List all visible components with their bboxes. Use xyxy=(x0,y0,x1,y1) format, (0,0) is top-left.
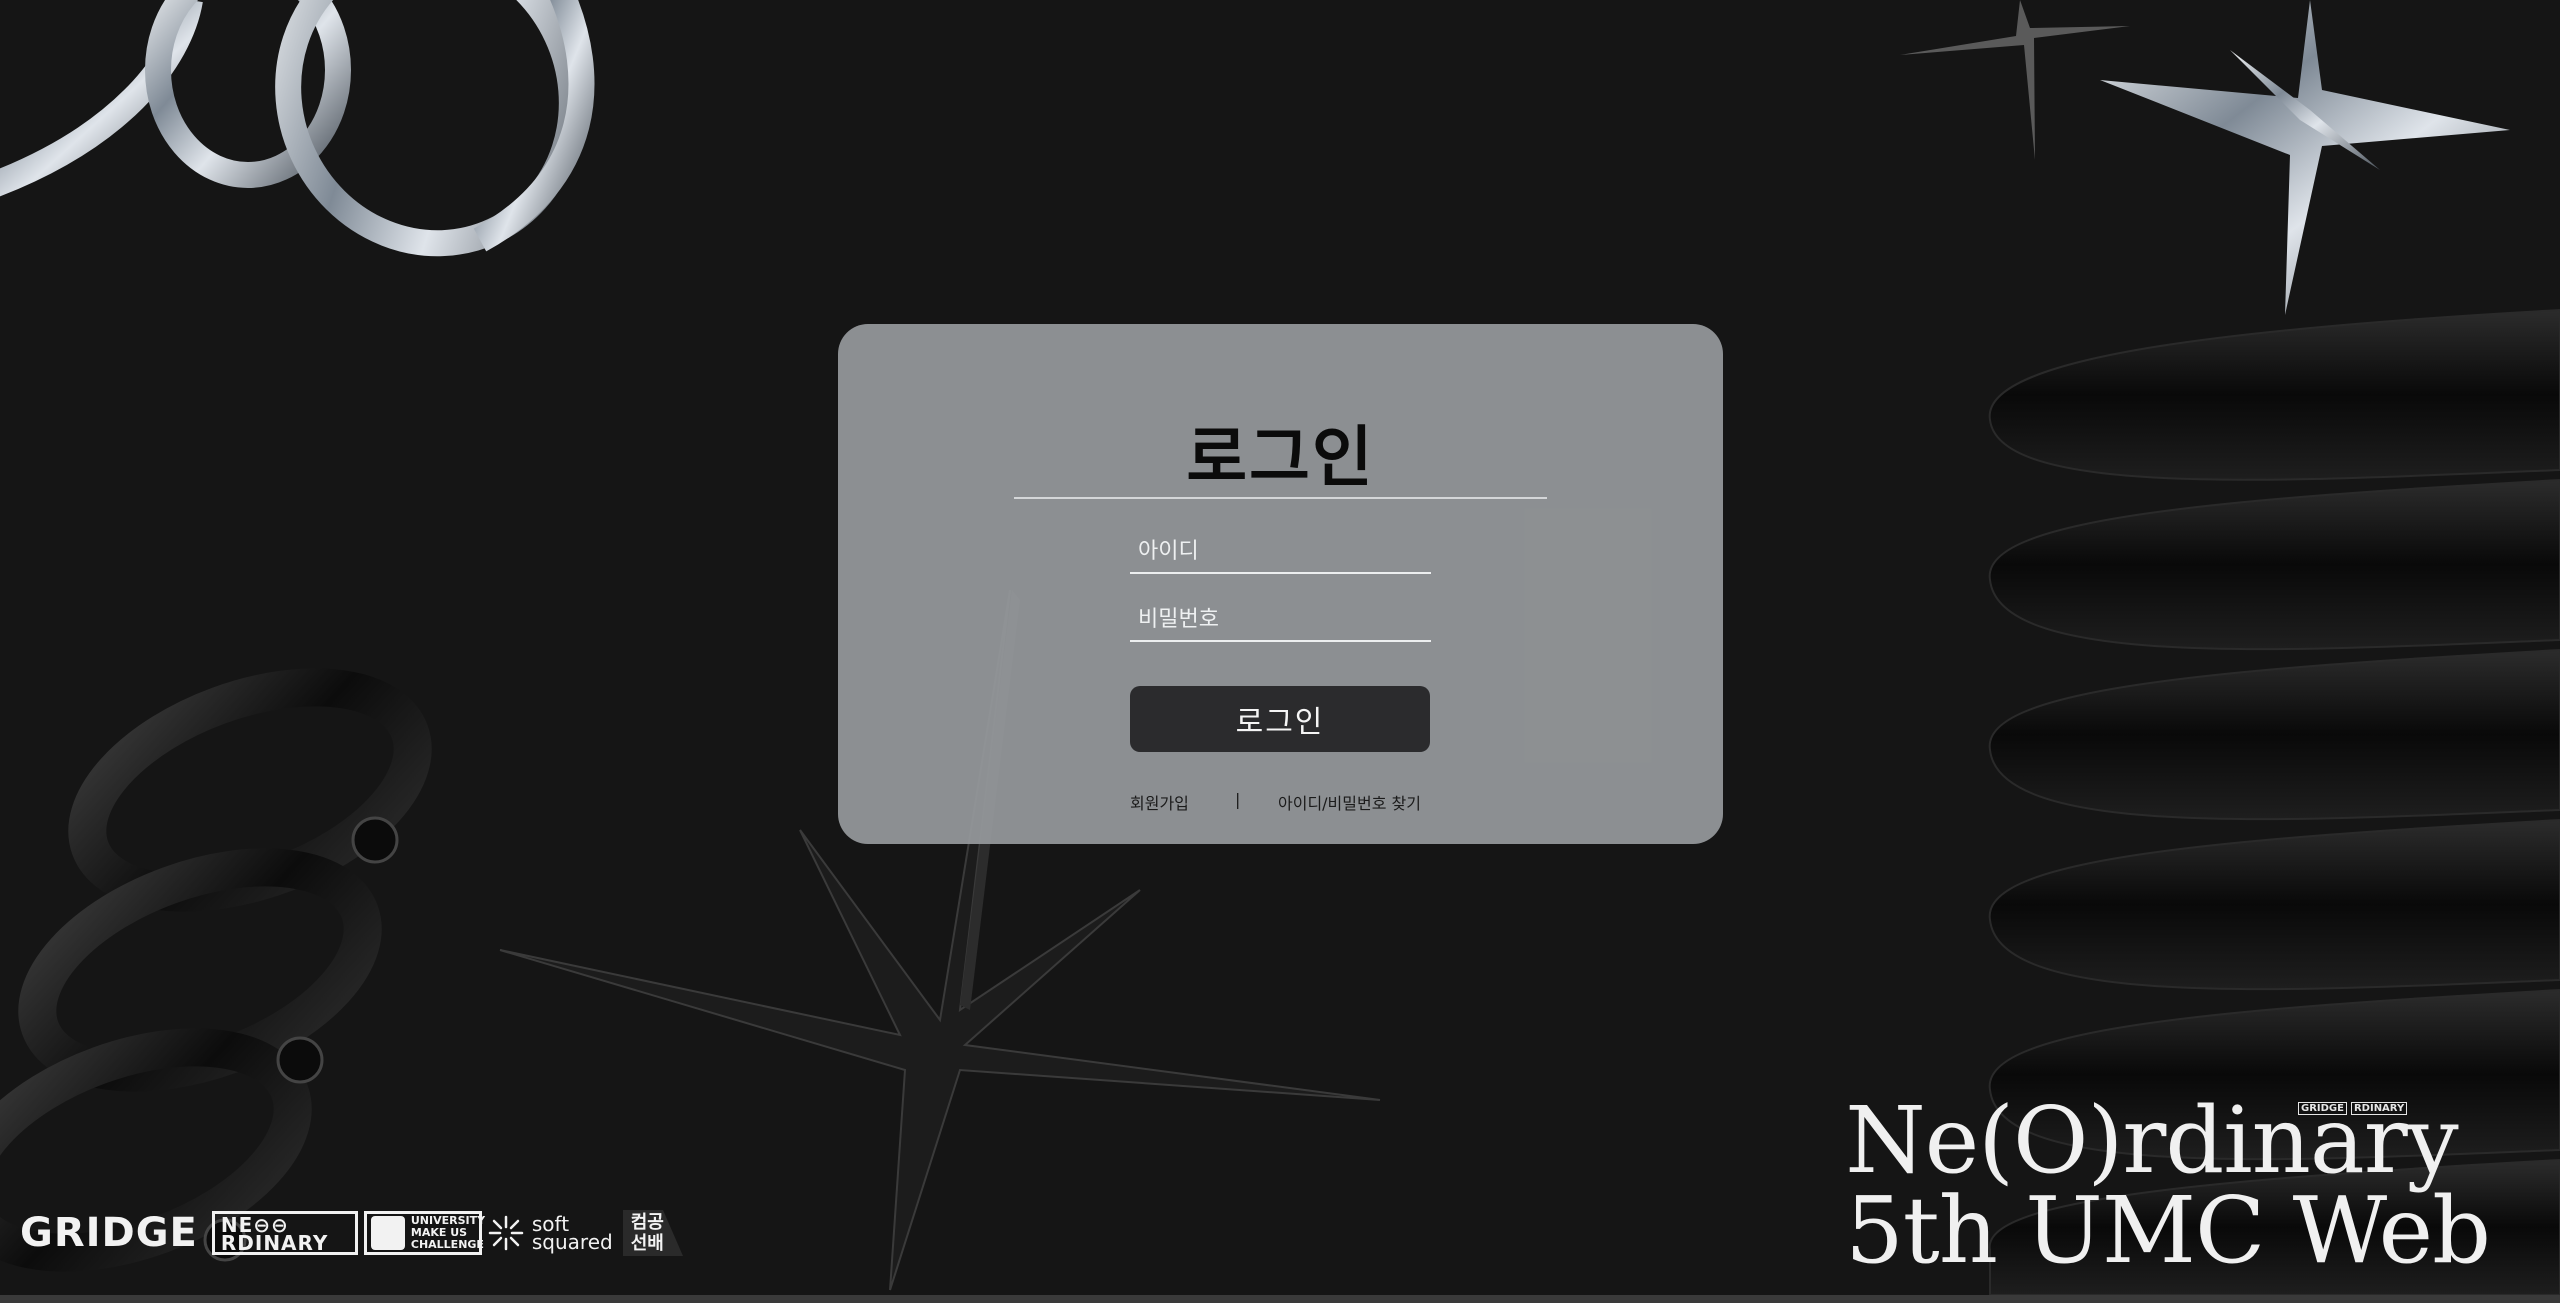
star-top-right-small xyxy=(1900,0,2130,160)
softsquared-line2: squared xyxy=(531,1230,613,1254)
brand-title: Ne(O)rdinary 5th UMC Web xyxy=(1845,1087,2491,1284)
neordinary-logo-line2: RDINARY xyxy=(220,1231,329,1255)
bottom-scroll-strip xyxy=(0,1295,2560,1303)
softsquared-logo: soft squared xyxy=(488,1214,613,1254)
umc-mark-icon xyxy=(370,1216,405,1250)
brand-line-2: 5th UMC Web xyxy=(1845,1177,2491,1284)
login-title: 로그인 xyxy=(1186,419,1375,496)
umc-logo-line3: CHALLENGE xyxy=(410,1238,484,1251)
login-page: 로그인 회원가입 | 아이디/비밀번호 찾기 로그인 GRIDGE RDINAR… xyxy=(0,0,2560,1303)
senior-logo-line2: 선배 xyxy=(630,1233,664,1254)
partner-logos: GRIDGE NE⊖⊖ RDINARY UNIVERSITY MAKE US C… xyxy=(20,1210,683,1256)
softsquared-burst-icon xyxy=(488,1215,524,1251)
find-account-link[interactable]: 아이디/비밀번호 찾기 xyxy=(1278,790,1421,814)
senior-logo: 컴공 선배 xyxy=(622,1210,683,1256)
star-top-right-large xyxy=(2100,0,2510,315)
neordinary-logo: NE⊖⊖ RDINARY xyxy=(211,1211,358,1255)
id-input[interactable] xyxy=(1130,530,1431,574)
brand-line-1: Ne(O)rdinary xyxy=(1845,1087,2459,1194)
password-input[interactable] xyxy=(1130,598,1431,642)
umc-logo: UNIVERSITY MAKE US CHALLENGE xyxy=(363,1211,485,1255)
signup-link[interactable]: 회원가입 xyxy=(1130,790,1189,814)
dark-chain-left xyxy=(0,668,432,1272)
title-divider xyxy=(1014,497,1547,499)
login-button[interactable]: 로그인 xyxy=(1130,686,1430,752)
senior-logo-line1: 컴공 xyxy=(630,1212,664,1233)
link-separator: | xyxy=(1235,790,1241,809)
chrome-spring-top-left xyxy=(0,0,595,257)
login-card: 로그인 회원가입 | 아이디/비밀번호 찾기 로그인 xyxy=(838,324,1723,844)
gridge-logo: GRIDGE xyxy=(20,1210,198,1256)
auth-links: 회원가입 | 아이디/비밀번호 찾기 xyxy=(1130,790,1430,814)
